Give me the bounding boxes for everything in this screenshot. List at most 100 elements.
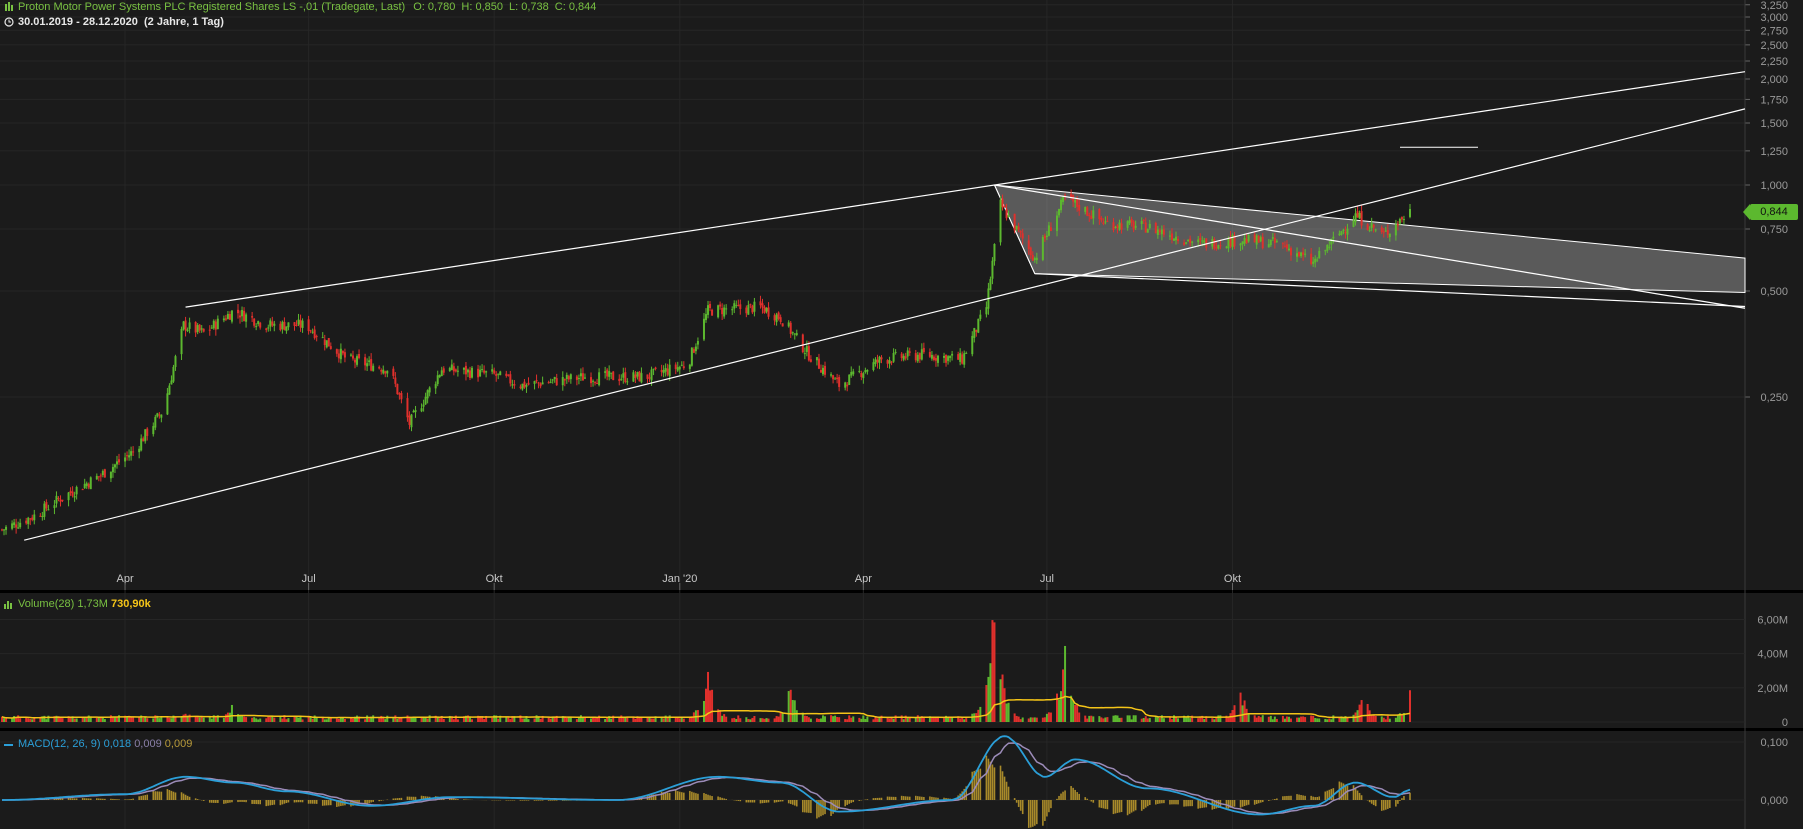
y-tick-label: 2,000 (1760, 74, 1788, 86)
volume-bar (521, 718, 524, 722)
macd-histogram-bar (1300, 794, 1302, 800)
macd-histogram-bar (858, 800, 861, 801)
candle-body (610, 372, 613, 374)
volume-bar (269, 716, 272, 722)
macd-histogram-bar (463, 799, 465, 800)
candle-body (1199, 237, 1202, 241)
macd-histogram-bar (144, 795, 147, 800)
candle-body (47, 509, 50, 511)
volume-bar (497, 718, 500, 722)
macd-histogram-bar (267, 800, 270, 806)
candle-body (711, 309, 714, 316)
macd-histogram-bar (1134, 800, 1137, 811)
candle-body (934, 358, 937, 361)
clock-icon (4, 17, 14, 30)
macd-histogram-bar (1191, 800, 1193, 807)
candle-body (493, 370, 496, 374)
candle-body (156, 413, 159, 417)
macd-histogram-bar (693, 792, 695, 800)
candle-body (979, 314, 982, 319)
volume-bar (384, 719, 387, 722)
y-tick-label: 0 (1782, 717, 1788, 729)
macd-histogram-bar (668, 792, 671, 800)
macd-histogram-bar (281, 800, 284, 805)
candle-body (356, 356, 359, 365)
candle-body (949, 356, 952, 358)
volume-bar (1330, 719, 1333, 722)
volume-bar (1342, 717, 1345, 722)
macd-histogram-bar (1019, 800, 1022, 811)
candle-body (339, 348, 342, 360)
candle-body (535, 380, 538, 382)
macd-histogram-bar (1017, 800, 1020, 807)
candle-body (626, 381, 629, 383)
candle-body (1162, 229, 1165, 235)
volume-bar (426, 718, 429, 722)
volume-bar (971, 713, 974, 722)
volume-bar (241, 715, 244, 722)
candle-body (1019, 230, 1022, 233)
macd-histogram-bar (265, 800, 268, 807)
volume-bar (1352, 714, 1355, 722)
volume-bar (103, 719, 106, 722)
volume-bar (410, 717, 413, 722)
candle-body (1041, 236, 1044, 260)
macd-histogram-bar (295, 800, 298, 803)
candle-body (414, 409, 417, 413)
macd-histogram-bar (215, 800, 217, 803)
candle-body (101, 471, 104, 476)
macd-histogram-bar (791, 800, 794, 805)
macd-histogram-bar (366, 800, 368, 804)
macd-histogram-bar (505, 800, 508, 801)
volume-bar (1241, 705, 1244, 722)
volume-bar (737, 715, 740, 722)
candle-body (918, 353, 921, 360)
candle-body (1374, 229, 1377, 231)
macd-histogram-bar (227, 800, 229, 804)
macd-histogram-bar (1003, 776, 1006, 800)
macd-histogram-bar (1302, 795, 1304, 800)
volume-bar (817, 718, 820, 722)
macd-histogram-bar (1146, 800, 1149, 807)
candle-body (1384, 230, 1387, 232)
macd-histogram-bar (553, 800, 556, 801)
volume-bar (809, 718, 812, 722)
volume-bar (963, 719, 966, 722)
macd-histogram-bar (146, 794, 149, 800)
date-range-header[interactable]: 30.01.2019 - 28.12.2020 (2 Jahre, 1 Tag) (4, 16, 224, 30)
candle-body (228, 314, 231, 320)
macd-histogram-bar (1036, 800, 1038, 825)
volume-bar (1259, 717, 1262, 722)
candle-body (947, 356, 950, 361)
candle-body (860, 372, 863, 378)
volume-bar (491, 717, 494, 722)
candle-body (1273, 237, 1276, 243)
candle-body (57, 498, 60, 500)
candle-body (737, 304, 740, 306)
candle-body (368, 360, 371, 363)
candle-body (1358, 212, 1361, 219)
macd-histogram-bar (906, 796, 909, 800)
macd-histogram-bar (323, 800, 326, 806)
candle-body (1102, 222, 1105, 225)
y-tick-label: 3,250 (1760, 0, 1788, 12)
candle-body (890, 361, 893, 363)
volume-bar (386, 715, 389, 722)
volume-bar (733, 717, 736, 722)
candle-body (1007, 215, 1010, 217)
candle-body (241, 309, 244, 317)
candle-body (174, 356, 177, 368)
macd-histogram-bar (1253, 800, 1256, 805)
chart-canvas: Apr Jul Okt Jan '20 Apr Jul Okt3,2503,0002,750… (0, 0, 1803, 829)
macd-histogram-bar (1403, 796, 1405, 800)
volume-bar (1055, 693, 1058, 722)
candle-body (224, 318, 227, 320)
macd-histogram-bar (1031, 800, 1034, 827)
candle-body (739, 304, 742, 309)
macd-histogram-bar (372, 800, 374, 802)
candle-body (1388, 233, 1391, 238)
candle-body (450, 364, 453, 370)
volume-bar (775, 716, 778, 722)
macd-histogram-bar (908, 796, 911, 800)
candle-body (239, 315, 242, 318)
